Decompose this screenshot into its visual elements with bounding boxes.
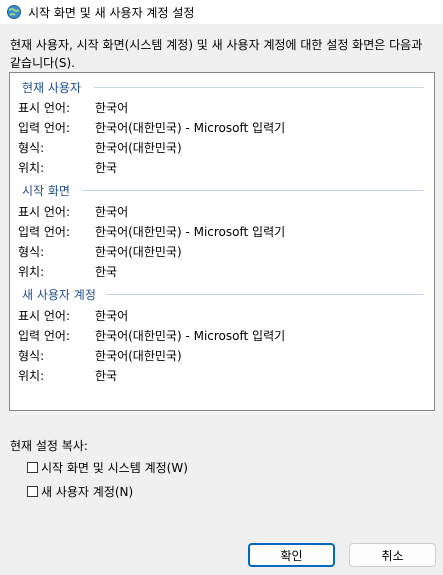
row-value: 한국어(대한민국) xyxy=(95,141,182,155)
cancel-button-label: 취소 xyxy=(381,548,404,563)
new-user-checkbox[interactable]: 새 사용자 계정(N) xyxy=(27,482,133,500)
group-header-welcome-screen: 시작 화면 xyxy=(22,184,70,198)
row-value: 한국어 xyxy=(95,309,129,323)
row-label: 형식: xyxy=(18,141,45,155)
ok-button[interactable]: 확인 xyxy=(248,543,335,567)
row-value: 한국어 xyxy=(95,205,129,219)
window-title: 시작 화면 및 새 사용자 계정 설정 xyxy=(28,6,195,20)
row-label: 위치: xyxy=(18,369,45,383)
row-label: 표시 언어: xyxy=(18,309,71,323)
group-header-current-user: 현재 사용자 xyxy=(22,81,82,95)
row-label: 표시 언어: xyxy=(18,101,71,115)
row-label: 입력 언어: xyxy=(18,225,71,239)
row-label: 형식: xyxy=(18,245,45,259)
row-value: 한국어(대한민국) xyxy=(95,349,182,363)
title-bar: 시작 화면 및 새 사용자 계정 설정 xyxy=(0,0,443,24)
settings-panel: 현재 사용자 표시 언어: 한국어 입력 언어: 한국어(대한민국) - Mic… xyxy=(9,72,435,411)
checkbox-box[interactable] xyxy=(27,485,38,497)
row-label: 형식: xyxy=(18,349,45,363)
welcome-screen-checkbox[interactable]: 시작 화면 및 시스템 계정(W) xyxy=(27,458,188,476)
group-header-new-user: 새 사용자 계정 xyxy=(22,288,96,302)
copy-settings-label: 현재 설정 복사: xyxy=(10,439,88,453)
ok-button-label: 확인 xyxy=(280,548,303,563)
row-value: 한국 xyxy=(95,369,118,383)
row-value: 한국어(대한민국) xyxy=(95,245,182,259)
group-divider xyxy=(94,87,424,88)
checkbox-label[interactable]: 새 사용자 계정(N) xyxy=(41,483,133,500)
description-text: 현재 사용자, 시작 화면(시스템 계정) 및 새 사용자 계정에 대한 설정 … xyxy=(10,38,423,70)
row-label: 위치: xyxy=(18,265,45,279)
row-value: 한국 xyxy=(95,265,118,279)
row-value: 한국어(대한민국) - Microsoft 입력기 xyxy=(95,225,286,239)
row-value: 한국 xyxy=(95,161,118,175)
row-label: 표시 언어: xyxy=(18,205,71,219)
checkbox-box[interactable] xyxy=(27,461,38,473)
group-divider xyxy=(82,190,424,191)
row-value: 한국어 xyxy=(95,101,129,115)
row-label: 입력 언어: xyxy=(18,329,71,343)
row-label: 입력 언어: xyxy=(18,121,71,135)
group-divider xyxy=(106,294,424,295)
row-label: 위치: xyxy=(18,161,45,175)
checkbox-label[interactable]: 시작 화면 및 시스템 계정(W) xyxy=(41,459,188,476)
row-value: 한국어(대한민국) - Microsoft 입력기 xyxy=(95,329,286,343)
globe-settings-icon xyxy=(7,5,21,19)
cancel-button[interactable]: 취소 xyxy=(349,543,436,567)
row-value: 한국어(대한민국) - Microsoft 입력기 xyxy=(95,121,286,135)
